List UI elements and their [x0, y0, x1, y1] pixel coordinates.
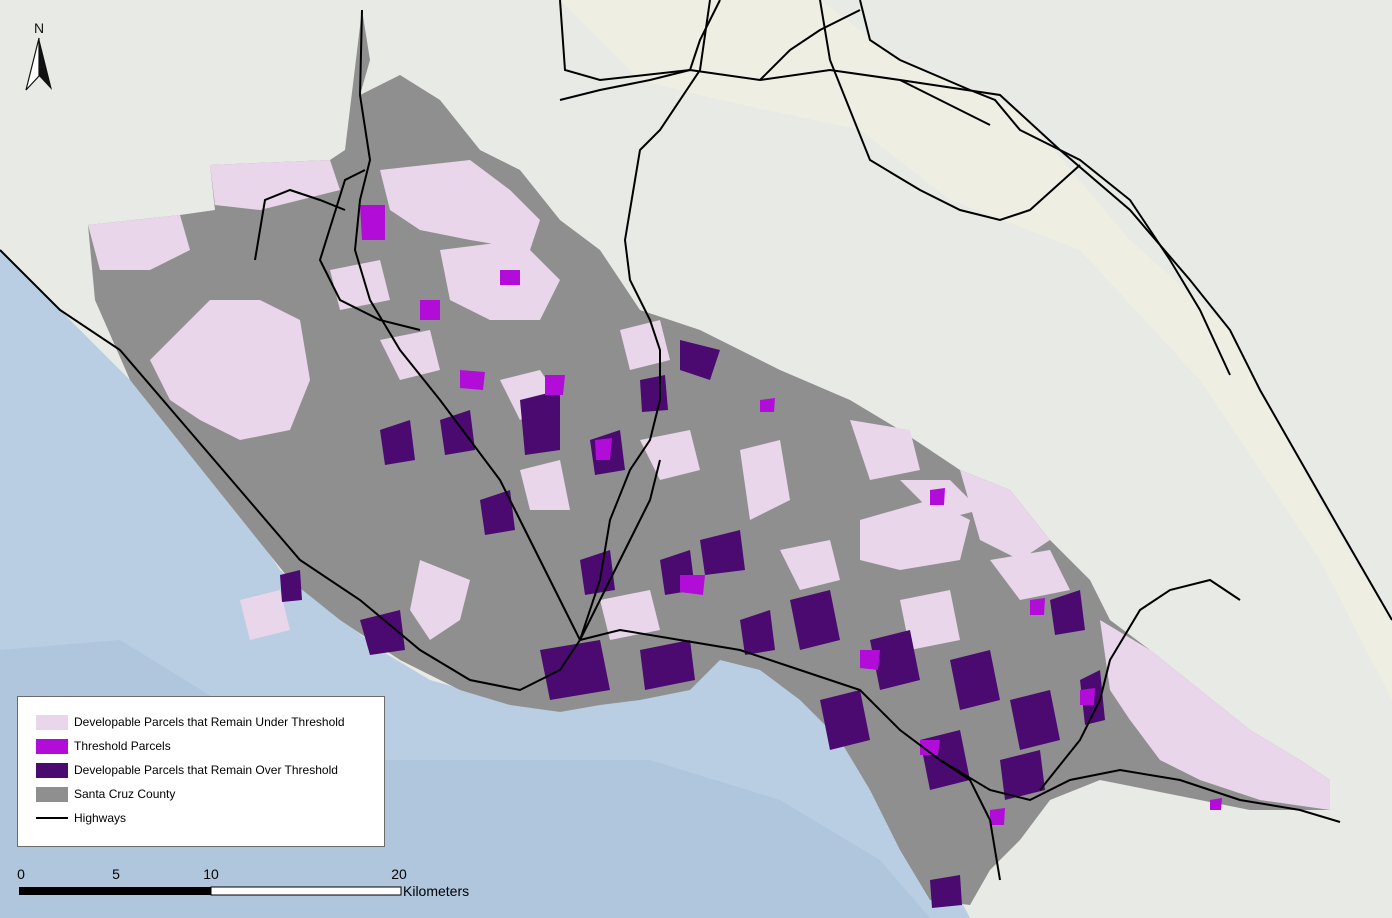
legend-item-highways: Highways: [36, 809, 126, 827]
legend-label: Santa Cruz County: [74, 787, 176, 801]
north-arrow-icon: [25, 37, 52, 91]
scale-units: Kilometers: [403, 883, 470, 899]
legend-label: Developable Parcels that Remain Under Th…: [74, 715, 345, 729]
highway-swatch: [36, 817, 68, 819]
scale-tick-10: 10: [203, 866, 219, 882]
scale-tick-0: 0: [17, 866, 25, 882]
north-label: N: [33, 20, 45, 36]
legend-label: Developable Parcels that Remain Over Thr…: [74, 763, 338, 777]
legend-label: Highways: [74, 811, 127, 825]
under-threshold-swatch: [36, 714, 68, 730]
legend-item-threshold: Threshold Parcels: [36, 737, 171, 755]
over-threshold-swatch: [36, 762, 68, 778]
north-arrow: N: [22, 20, 56, 91]
threshold-swatch: [36, 738, 68, 754]
scale-bar: 0 5 10 20 Kilometers: [17, 866, 497, 906]
county-swatch: [36, 786, 68, 802]
legend-item-county: Santa Cruz County: [36, 785, 175, 803]
scale-tick-20: 20: [391, 866, 407, 882]
legend: Developable Parcels that Remain Under Th…: [17, 696, 385, 847]
scale-tick-5: 5: [112, 866, 120, 882]
legend-label: Threshold Parcels: [74, 739, 171, 753]
scale-bar-graphic: [19, 886, 402, 896]
legend-item-under-threshold: Developable Parcels that Remain Under Th…: [36, 713, 345, 731]
legend-item-over-threshold: Developable Parcels that Remain Over Thr…: [36, 761, 338, 779]
